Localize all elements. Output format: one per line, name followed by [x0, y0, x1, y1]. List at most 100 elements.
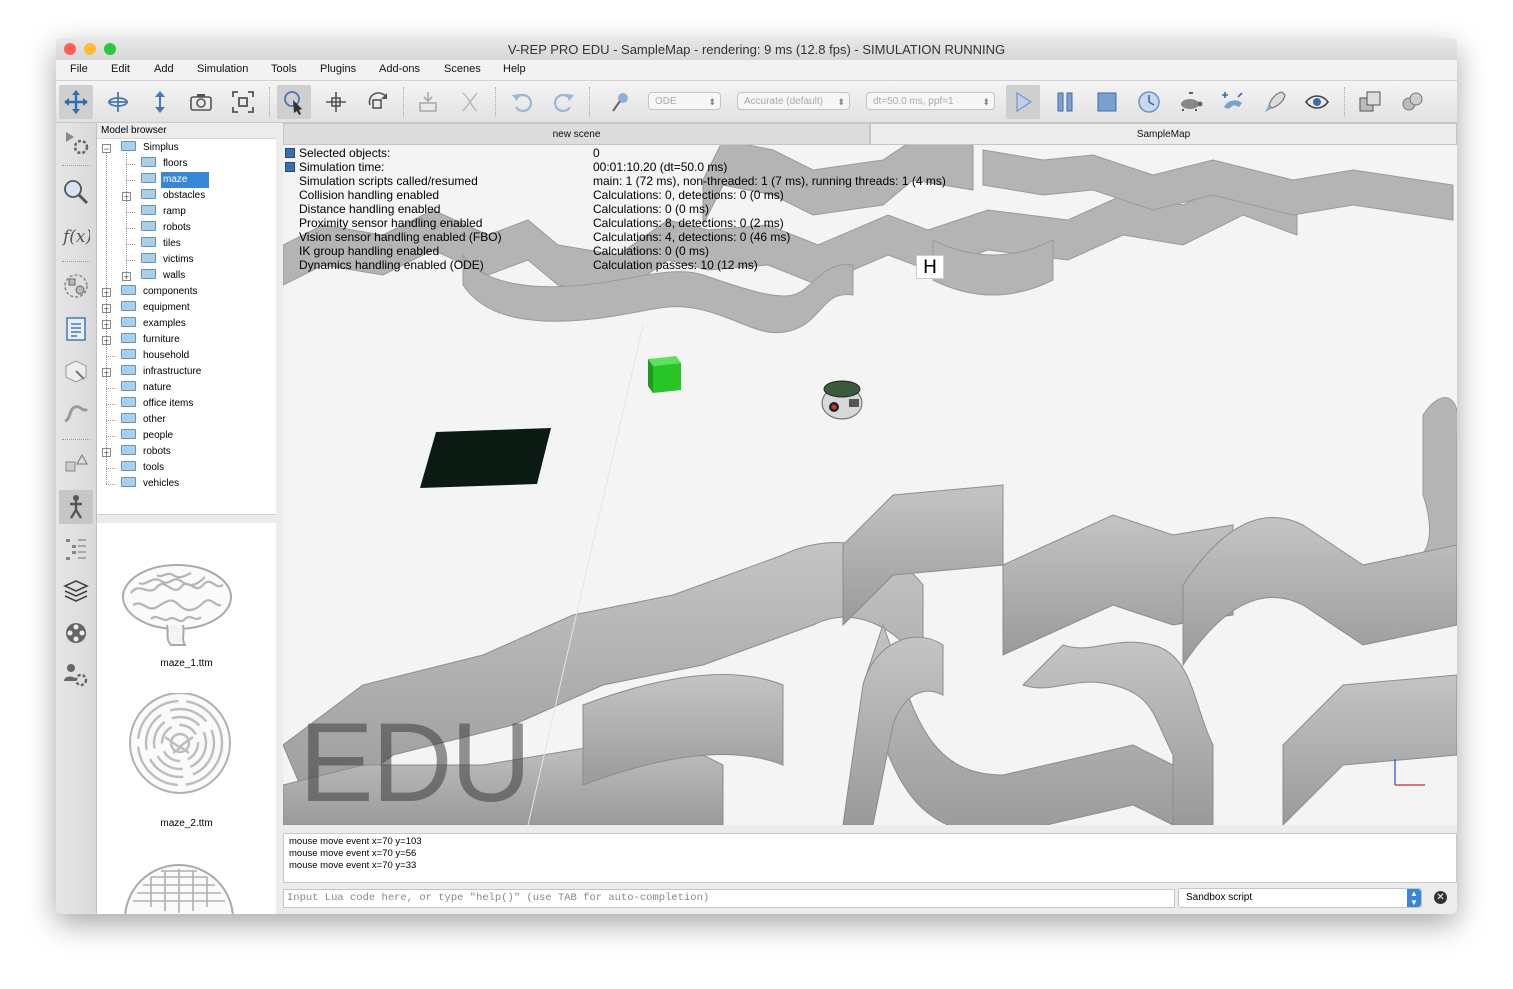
timestep-select[interactable]: dt=50.0 ms, ppf=1 ⬍ [866, 92, 995, 110]
shape-edit-button[interactable] [59, 354, 93, 388]
scene-hierarchy-button[interactable] [59, 532, 93, 566]
user-settings-icon [65, 453, 88, 472]
speed-up-button[interactable] [1216, 85, 1250, 119]
tree-item[interactable]: equipment [121, 300, 192, 316]
scene-hierarchy-icon [66, 539, 86, 560]
transfer-dna-button[interactable] [453, 85, 487, 119]
camera-shift-button[interactable] [143, 85, 177, 119]
undo-button[interactable] [505, 85, 539, 119]
tree-item[interactable]: walls [141, 268, 187, 284]
viewport-splitter[interactable] [283, 825, 1457, 833]
click-select-button[interactable] [277, 85, 311, 119]
user-settings-button[interactable] [59, 447, 93, 481]
video-recorder-button[interactable] [59, 616, 93, 650]
main-toolbar: ODE ⬍ Accurate (default) ⬍ dt=50.0 ms, ppf… [56, 81, 1457, 123]
info-value: 0 [593, 146, 600, 160]
pause-simulation-button[interactable] [1048, 85, 1082, 119]
model-browser-button[interactable] [59, 490, 93, 524]
tree-item[interactable]: office items [121, 396, 195, 412]
tree-item[interactable]: obstacles [141, 188, 207, 204]
info-toggle-checkbox[interactable] [285, 162, 295, 172]
maze-3-thumbnail[interactable] [121, 861, 241, 914]
collections-button[interactable] [59, 269, 93, 303]
menu-addons[interactable]: Add-ons [379, 63, 420, 75]
tree-item-label: Simplus [143, 142, 179, 153]
page-selector-button[interactable] [1353, 85, 1387, 119]
info-label: Dynamics handling enabled (ODE) [299, 258, 484, 272]
tree-item[interactable]: people [121, 428, 175, 444]
tree-item[interactable]: robots [141, 220, 193, 236]
menu-edit[interactable]: Edit [111, 63, 130, 75]
tree-item[interactable]: maze [141, 172, 210, 188]
folder-icon [141, 157, 156, 168]
menu-tools[interactable]: Tools [271, 63, 297, 75]
maze-2-thumbnail[interactable] [125, 692, 235, 813]
tab-new-scene[interactable]: new scene [283, 123, 870, 145]
camera-pan-button[interactable] [59, 85, 93, 119]
visualization-button[interactable] [1300, 85, 1334, 119]
tree-item[interactable]: ramp [141, 204, 188, 220]
camera-rotate-icon [108, 92, 128, 112]
lua-command-input[interactable]: Input Lua code here, or type "help()" (u… [283, 889, 1175, 908]
info-label: Proximity sensor handling enabled [299, 216, 483, 230]
tree-item[interactable]: examples [121, 316, 188, 332]
tree-item-label: furniture [143, 334, 180, 345]
info-toggle-checkbox[interactable] [285, 148, 295, 158]
scripts-button[interactable] [59, 312, 93, 346]
camera-rotate-button[interactable] [101, 85, 135, 119]
selection-button[interactable] [59, 175, 93, 209]
menu-plugins[interactable]: Plugins [320, 63, 356, 75]
assemble-button[interactable] [411, 85, 445, 119]
tree-item[interactable]: tiles [141, 236, 183, 252]
physics-engine-select[interactable]: ODE ⬍ [648, 92, 721, 110]
calculation-modules-button[interactable]: f(x) [59, 218, 93, 252]
object-shift-button[interactable] [319, 85, 353, 119]
maze-2-label[interactable]: maze_2.ttm [97, 818, 276, 829]
tree-item[interactable]: robots [121, 444, 173, 460]
tree-item[interactable]: furniture [121, 332, 182, 348]
layers-button[interactable] [59, 574, 93, 608]
fit-to-view-button[interactable] [226, 85, 260, 119]
tree-item[interactable]: infrastructure [121, 364, 203, 380]
menu-simulation[interactable]: Simulation [197, 63, 248, 75]
tree-expander[interactable]: − [102, 144, 111, 154]
redo-button[interactable] [547, 85, 581, 119]
tree-item[interactable]: household [121, 348, 191, 364]
menu-help[interactable]: Help [503, 63, 526, 75]
tree-item[interactable]: other [121, 412, 168, 428]
simulation-settings-button[interactable] [59, 125, 93, 159]
script-selector[interactable]: Sandbox script ▲ ▼ [1178, 888, 1422, 908]
maze-1-label[interactable]: maze_1.ttm [97, 658, 276, 669]
path-edit-icon [64, 405, 89, 423]
menu-scenes[interactable]: Scenes [444, 63, 481, 75]
scene-viewport[interactable]: H EDU Selected objects: 0 Simulation time:… [283, 145, 1457, 825]
thread-rendering-button[interactable] [1258, 85, 1292, 119]
real-time-button[interactable] [1132, 85, 1166, 119]
edu-watermark: EDU [299, 700, 531, 825]
tree-item[interactable]: vehicles [121, 476, 181, 492]
slow-down-button[interactable] [1174, 85, 1208, 119]
stop-simulation-button[interactable] [1090, 85, 1124, 119]
tree-connector [126, 260, 135, 261]
scene-selector-button[interactable] [1395, 85, 1429, 119]
user-prefs-button[interactable] [59, 658, 93, 692]
tree-item[interactable]: tools [121, 460, 166, 476]
object-rotate-button[interactable] [361, 85, 395, 119]
tree-item[interactable]: components [121, 284, 199, 300]
close-console-button[interactable]: ✕ [1434, 891, 1447, 904]
accuracy-select[interactable]: Accurate (default) ⬍ [737, 92, 850, 110]
start-simulation-button[interactable] [1006, 85, 1040, 119]
camera-angle-button[interactable] [184, 85, 218, 119]
tree-item[interactable]: floors [141, 156, 189, 172]
maze-1-thumbnail[interactable] [117, 553, 237, 653]
tree-item[interactable]: nature [121, 380, 173, 396]
tree-connector [126, 164, 135, 165]
menu-file[interactable]: File [70, 63, 88, 75]
menu-add[interactable]: Add [154, 63, 174, 75]
layers-icon [63, 580, 89, 602]
tree-item[interactable]: Simplus [121, 140, 181, 156]
dynamics-toggle-button[interactable] [604, 85, 638, 119]
path-edit-button[interactable] [59, 396, 93, 430]
tree-item[interactable]: victims [141, 252, 196, 268]
tab-samplemap[interactable]: SampleMap [870, 123, 1457, 145]
